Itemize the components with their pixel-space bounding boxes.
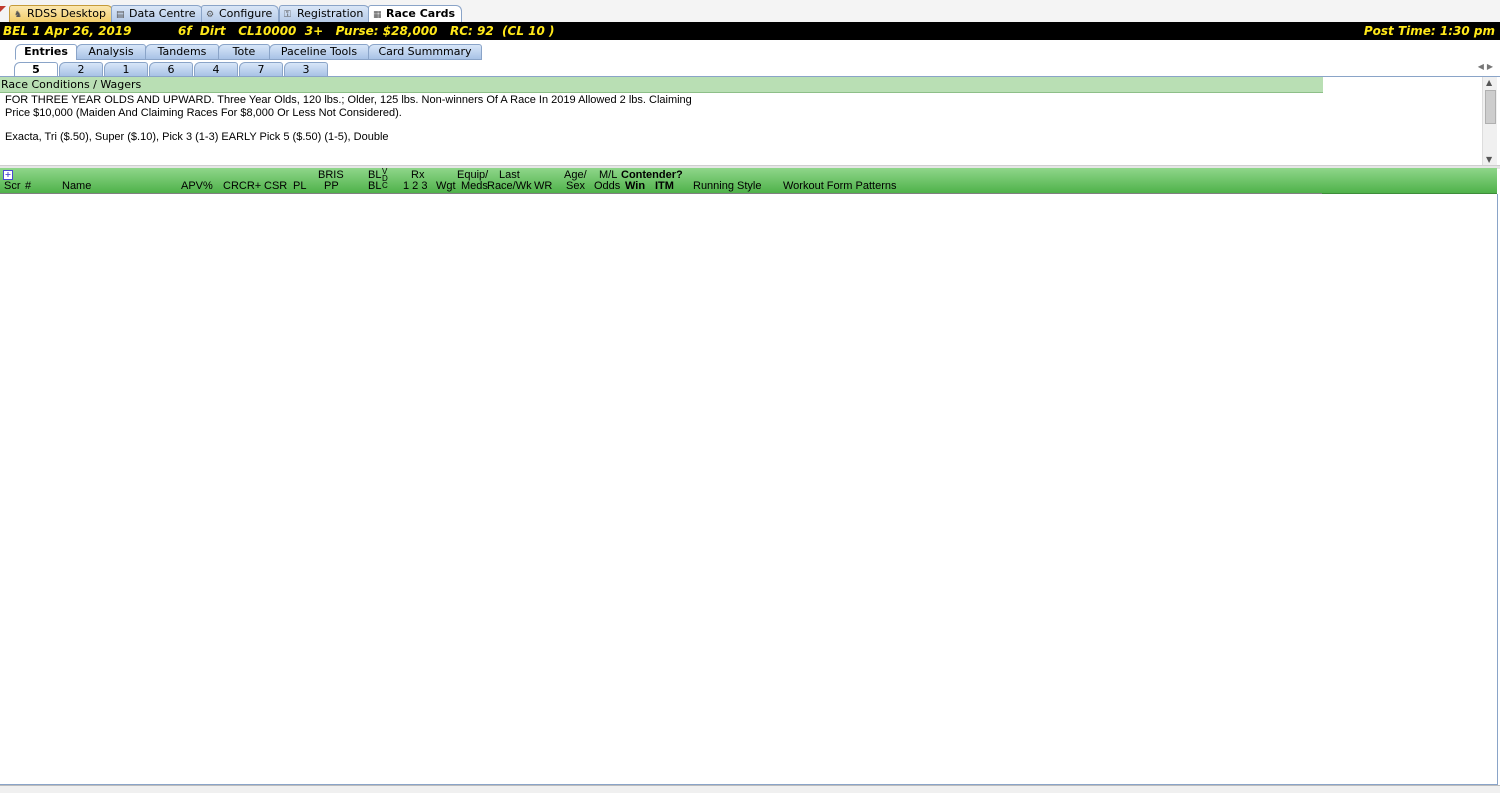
col-wr[interactable]: WR xyxy=(534,181,552,192)
horse-icon: ♞ xyxy=(14,10,23,20)
col-name[interactable]: Name xyxy=(62,181,91,192)
conditions-line: FOR THREE YEAR OLDS AND UPWARD. Three Ye… xyxy=(5,94,692,106)
conditions-line: Price $10,000 (Maiden And Claiming Races… xyxy=(5,106,402,119)
col-c: C xyxy=(382,181,388,190)
race-tab[interactable]: 4 xyxy=(194,62,238,77)
database-icon: ▤ xyxy=(116,10,125,20)
scroll-up-icon[interactable]: ▲ xyxy=(1486,78,1492,87)
race-conditions-header: Race Conditions / Wagers xyxy=(0,77,1323,93)
grid-icon: ▦ xyxy=(373,10,382,20)
col-bris-pp[interactable]: PP xyxy=(324,181,339,192)
col-workout-form-patterns[interactable]: Workout Form Patterns xyxy=(783,181,897,192)
col-odds[interactable]: Odds xyxy=(594,181,620,192)
expand-plus-icon[interactable]: + xyxy=(3,170,13,180)
col-itm[interactable]: ITM xyxy=(655,181,674,192)
conditions-scrollbar[interactable]: ▲ ▼ xyxy=(1482,77,1497,165)
entries-grid-header: + Scr # Name APV% CRCR+ CSR PL BRIS PP B… xyxy=(0,168,1497,194)
col-scr[interactable]: Scr xyxy=(4,181,21,192)
col-csr[interactable]: CSR xyxy=(264,181,287,192)
race-conditions-text: FOR THREE YEAR OLDS AND UPWARD. Three Ye… xyxy=(5,94,705,119)
tab-tandems[interactable]: Tandems xyxy=(145,44,219,60)
tab-card-summary[interactable]: Card Summmary xyxy=(368,44,482,60)
tab-rdss-desktop[interactable]: ♞ RDSS Desktop xyxy=(9,5,113,22)
race-tab[interactable]: 6 xyxy=(149,62,193,77)
menu-corner-icon[interactable] xyxy=(0,6,6,12)
race-number-tab-bar: 5 2 1 6 4 7 3 ◀▶ xyxy=(0,60,1500,77)
gear-icon: ⚙ xyxy=(206,10,215,20)
race-tab[interactable]: 5 xyxy=(14,62,58,77)
scroll-thumb[interactable] xyxy=(1485,90,1496,124)
tab-paceline-tools[interactable]: Paceline Tools xyxy=(269,44,369,60)
col-meds[interactable]: Meds xyxy=(461,181,488,192)
view-tab-bar: Entries Analysis Tandems Tote Paceline T… xyxy=(0,42,1500,60)
key-icon: ⚿ xyxy=(284,10,291,20)
tab-configure[interactable]: ⚙ Configure xyxy=(201,5,280,22)
entries-grid-body[interactable] xyxy=(0,194,1498,785)
race-info-bar: BEL 1 Apr 26, 2019 6f Dirt CL10000 3+ Pu… xyxy=(0,22,1500,40)
tab-registration[interactable]: ⚿ Registration xyxy=(279,5,371,22)
wagers-text: Exacta, Tri ($.50), Super ($.10), Pick 3… xyxy=(5,131,389,143)
scroll-down-icon[interactable]: ▼ xyxy=(1486,155,1492,164)
tab-entries[interactable]: Entries xyxy=(15,44,77,60)
col-crcr[interactable]: CRCR+ xyxy=(223,181,261,192)
tab-scroll-arrows-icon[interactable]: ◀▶ xyxy=(1478,62,1496,71)
race-tab[interactable]: 7 xyxy=(239,62,283,77)
col-win[interactable]: Win xyxy=(625,181,645,192)
col-last-race-wk[interactable]: Race/Wk xyxy=(487,181,532,192)
tab-analysis[interactable]: Analysis xyxy=(76,44,146,60)
col-running-style[interactable]: Running Style xyxy=(693,181,762,192)
col-apv[interactable]: APV% xyxy=(181,181,213,192)
tab-data-centre[interactable]: ▤ Data Centre xyxy=(111,5,203,22)
post-time: Post Time: 1:30 pm xyxy=(1363,24,1495,38)
app-tab-bar: ♞ RDSS Desktop ▤ Data Centre ⚙ Configure ⚿ R… xyxy=(0,0,1500,23)
col-number[interactable]: # xyxy=(25,181,31,192)
col-rx-bot[interactable]: 1 2 3 xyxy=(403,181,427,192)
tab-race-cards[interactable]: ▦ Race Cards xyxy=(368,5,463,22)
race-track-date: BEL 1 Apr 26, 2019 xyxy=(3,24,132,38)
race-tab[interactable]: 2 xyxy=(59,62,103,77)
col-pl[interactable]: PL xyxy=(293,181,306,192)
col-wgt[interactable]: Wgt xyxy=(436,181,456,192)
race-tab[interactable]: 1 xyxy=(104,62,148,77)
race-tab[interactable]: 3 xyxy=(284,62,328,77)
col-bl-bot[interactable]: BL xyxy=(368,181,381,192)
race-details: 6f Dirt CL10000 3+ Purse: $28,000 RC: 92… xyxy=(178,24,555,38)
tab-tote[interactable]: Tote xyxy=(218,44,270,60)
col-sex[interactable]: Sex xyxy=(566,181,585,192)
